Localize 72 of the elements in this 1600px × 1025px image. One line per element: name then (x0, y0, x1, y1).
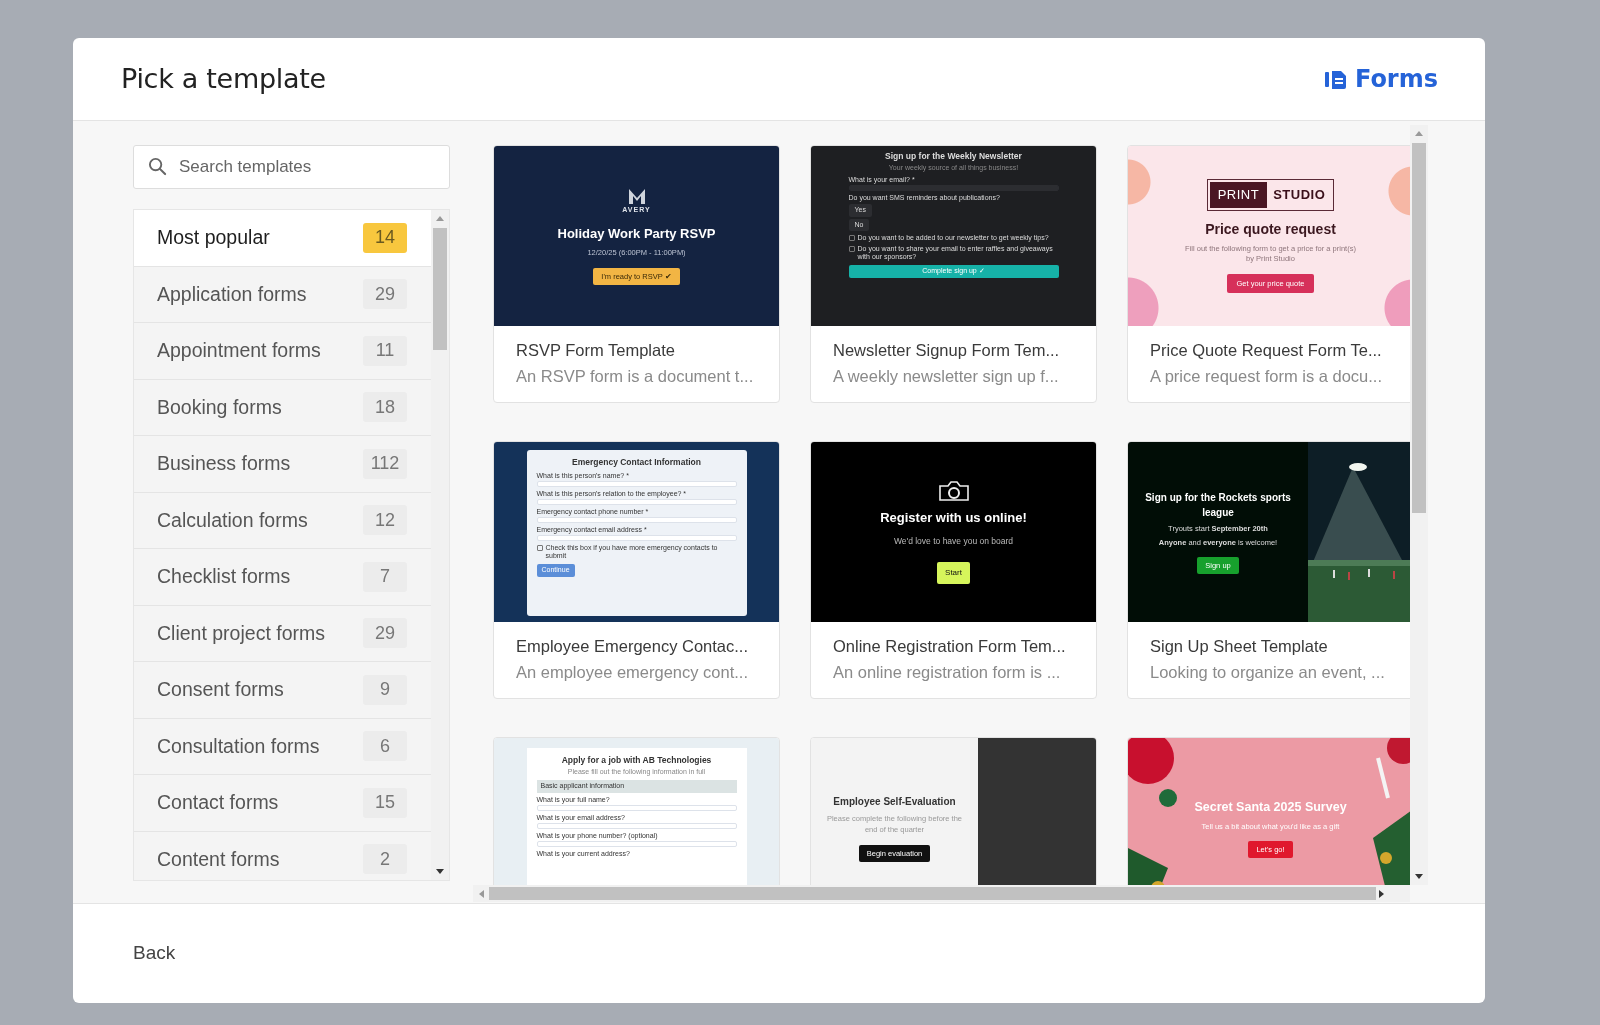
count-badge: 6 (363, 731, 407, 762)
count-badge: 29 (363, 279, 407, 310)
template-description: An employee emergency cont... (516, 661, 750, 683)
scroll-down-icon[interactable] (436, 869, 444, 874)
scroll-down-icon[interactable] (1415, 874, 1423, 879)
scroll-left-icon[interactable] (479, 890, 484, 898)
template-description: A weekly newsletter sign up f... (833, 365, 1060, 387)
preview-subtitle: We'd love to have you on board (893, 535, 1014, 549)
category-label: Consultation forms (157, 733, 320, 759)
scroll-up-icon[interactable] (436, 216, 444, 221)
template-name: RSVP Form Template (516, 340, 676, 361)
preview-title: Register with us online! (880, 508, 1027, 527)
scrollbar-thumb[interactable] (1412, 143, 1426, 513)
preview-title: Holiday Work Party RSVP (557, 224, 716, 243)
scroll-right-icon[interactable] (1379, 890, 1384, 898)
preview-title: Emergency Contact Information (571, 456, 702, 469)
count-badge: 112 (363, 448, 407, 479)
camera-icon (937, 479, 970, 502)
template-name: Newsletter Signup Form Tem... (833, 340, 1061, 361)
dialog-title: Pick a template (121, 62, 326, 96)
preview-title: Secret Santa 2025 Survey (1194, 798, 1347, 816)
preview-title: Sign up for the Rockets sports league (1144, 491, 1292, 521)
category-label: Most popular (157, 225, 270, 251)
count-badge: 11 (363, 335, 407, 366)
category-label: Booking forms (157, 394, 282, 420)
category-label: Calculation forms (157, 507, 308, 533)
category-item[interactable]: Most popular 14 (134, 210, 431, 267)
search-icon (148, 157, 167, 176)
scrollbar-thumb[interactable] (433, 228, 447, 350)
category-label: Contact forms (157, 790, 279, 816)
category-label: Application forms (157, 281, 307, 307)
count-badge: 12 (363, 505, 407, 536)
back-button[interactable]: Back (133, 933, 176, 974)
template-description: An online registration form is ... (833, 661, 1062, 683)
count-badge: 15 (363, 787, 407, 818)
template-name: Sign Up Sheet Template (1150, 636, 1329, 657)
logo-text: PRINT (1209, 182, 1268, 208)
category-label: Checklist forms (157, 564, 291, 590)
forms-logo-icon (1324, 69, 1347, 89)
brand-name: Forms (1354, 64, 1438, 95)
preview-title: Sign up for the Weekly Newsletter (884, 150, 1023, 163)
count-badge: 18 (363, 392, 407, 423)
count-badge: 2 (363, 844, 407, 875)
template-description: An RSVP form is a document t... (516, 365, 755, 387)
count-badge: 14 (363, 222, 407, 253)
count-badge: 7 (363, 561, 407, 592)
search-field[interactable]: Search templates (133, 145, 450, 189)
preview-cta: Start (937, 562, 970, 585)
category-label: Appointment forms (157, 338, 321, 364)
count-badge: 29 (363, 618, 407, 649)
template-name: Online Registration Form Tem... (833, 636, 1067, 657)
template-card[interactable] (810, 145, 1097, 403)
category-label: Client project forms (157, 620, 325, 646)
preview-title: Employee Self-Evaluation (833, 795, 956, 810)
template-description: A price request form is a docu... (1150, 365, 1384, 387)
scrollbar[interactable] (1410, 125, 1428, 885)
template-name: Employee Emergency Contac... (516, 636, 750, 657)
count-badge: 9 (363, 674, 407, 705)
preview-title: Apply for a job with AB Technologies (560, 754, 713, 767)
template-description: Looking to organize an event, ... (1150, 661, 1386, 683)
preview-title: Price quote request (1205, 219, 1336, 239)
scrollbar-thumb[interactable] (489, 887, 1376, 900)
category-label: Consent forms (157, 677, 284, 703)
scroll-up-icon[interactable] (1415, 131, 1423, 136)
scrollbar[interactable] (473, 885, 1410, 902)
template-card[interactable]: Register with us online! We'd love to have you on board Start Online Registration Form Tem... An online registration form is ... (810, 441, 1097, 699)
category-label: Business forms (157, 451, 291, 477)
category-label: Content forms (157, 846, 280, 872)
logo-text: STUDIO (1272, 186, 1327, 205)
template-card[interactable] (493, 441, 780, 699)
template-name: Price Quote Request Form Te... (1150, 340, 1383, 361)
logo-icon (627, 187, 646, 206)
